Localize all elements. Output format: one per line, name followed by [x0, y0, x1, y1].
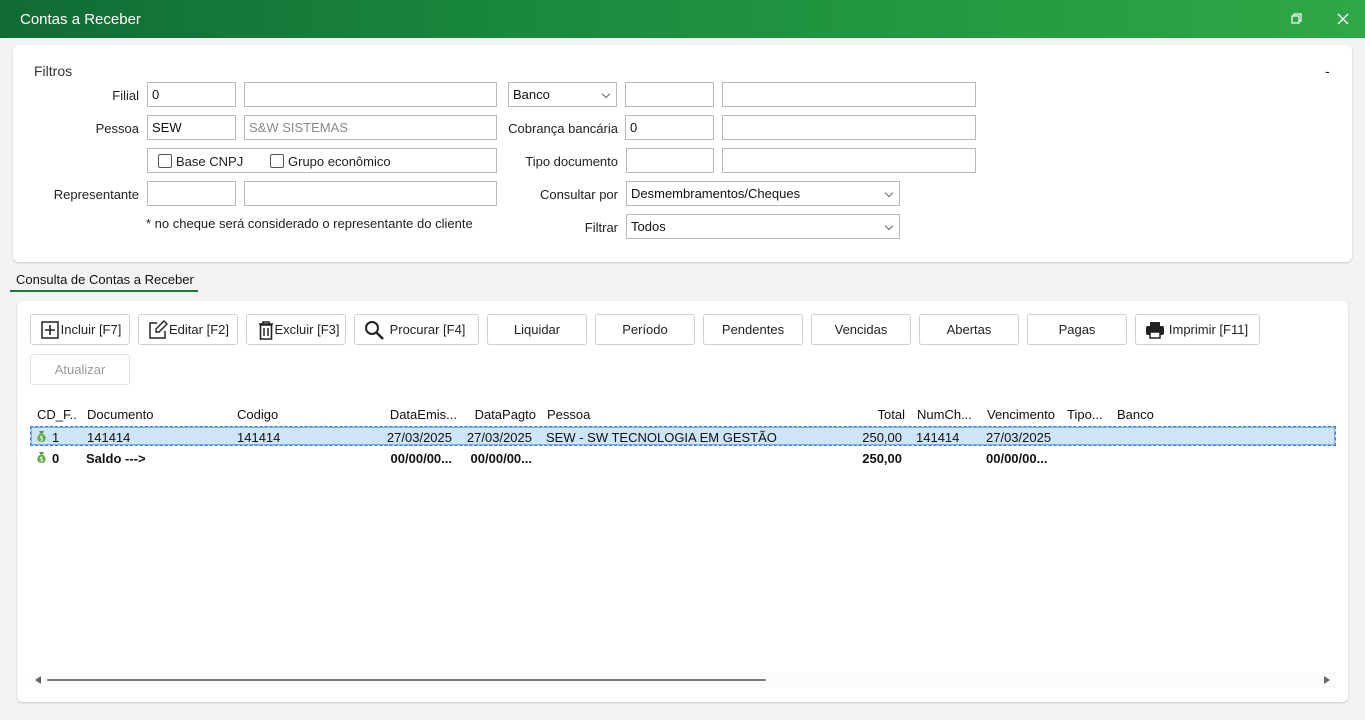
filtrar-select[interactable]: Todos [626, 214, 900, 239]
filial-code-input[interactable]: 0 [147, 82, 236, 107]
cobranca-name-input[interactable] [722, 115, 976, 140]
window-title: Contas a Receber [20, 11, 141, 28]
close-icon[interactable] [1329, 6, 1357, 32]
liquidar-button[interactable]: Liquidar [487, 314, 587, 345]
trash-icon [259, 321, 273, 340]
column-header[interactable]: DataPagto [466, 407, 536, 422]
column-header[interactable]: Banco [1117, 407, 1177, 422]
incluir-button[interactable]: Incluir [F7] [30, 314, 130, 345]
edit-icon [149, 320, 168, 339]
representante-name-input[interactable] [244, 181, 497, 206]
grupo-economico-label: Grupo econômico [288, 154, 391, 169]
cell-total: 250,00 [862, 430, 902, 445]
atualizar-button[interactable]: Atualizar [30, 354, 130, 385]
table-row[interactable] [30, 448, 1336, 468]
column-header[interactable]: Tipo... [1067, 407, 1107, 422]
search-icon [365, 321, 384, 340]
representante-code-input[interactable] [147, 181, 236, 206]
consultar-por-select[interactable]: Desmembramentos/Cheques [626, 181, 900, 206]
pessoa-code-input[interactable]: SEW [147, 115, 236, 140]
filters-legend: Filtros [34, 63, 73, 79]
abertas-button[interactable]: Abertas [919, 314, 1019, 345]
tipo-documento-label: Tipo documento [525, 154, 618, 169]
restore-icon[interactable] [1283, 6, 1311, 32]
column-header[interactable]: Codigo [237, 407, 357, 422]
representante-note: * no cheque será considerado o represent… [146, 216, 473, 231]
imprimir-label: Imprimir [F11] [1168, 322, 1249, 337]
cell-numch: 141414 [916, 430, 960, 445]
scroll-left-icon[interactable] [35, 676, 41, 684]
cell-vencimento: 00/00/00... [986, 451, 1048, 466]
tipo-documento-code-input[interactable] [626, 148, 714, 173]
column-header[interactable]: Documento [87, 407, 207, 422]
cell-documento: Saldo ---> [86, 451, 146, 466]
editar-label: Editar [F2] [169, 322, 229, 337]
filial-name-input[interactable] [244, 82, 497, 107]
excluir-label: Excluir [F3] [274, 322, 340, 337]
cobranca-label: Cobrança bancária [508, 121, 618, 136]
banco-code-input[interactable] [625, 82, 714, 107]
tipo-documento-name-input[interactable] [722, 148, 976, 173]
money-bag-icon: $ [37, 452, 46, 464]
representante-label: Representante [53, 187, 139, 202]
title-bar: Contas a Receber [0, 0, 1365, 38]
banco-select[interactable]: Banco [508, 82, 617, 107]
grupo-economico-checkbox[interactable] [270, 154, 284, 168]
pessoa-name-input[interactable]: S&W SISTEMAS [244, 115, 497, 140]
results-panel [17, 301, 1348, 702]
incluir-label: Incluir [F7] [60, 322, 122, 337]
vencidas-button[interactable]: Vencidas [811, 314, 911, 345]
imprimir-button[interactable]: Imprimir [F11] [1135, 314, 1260, 345]
consultar-por-label: Consultar por [539, 187, 618, 202]
procurar-button[interactable]: Procurar [F4] [354, 314, 479, 345]
svg-text:$: $ [39, 435, 43, 443]
column-header[interactable]: Vencimento [987, 407, 1062, 422]
cell-pagto: 27/03/2025 [466, 430, 532, 445]
cell-emissao: 27/03/2025 [386, 430, 452, 445]
cell-emissao: 00/00/00... [390, 451, 452, 466]
procurar-label: Procurar [F4] [389, 322, 466, 337]
cell-vencimento: 27/03/2025 [986, 430, 1052, 445]
column-header[interactable]: Total [845, 407, 905, 422]
base-cnpj-label: Base CNPJ [176, 154, 244, 169]
pagas-button[interactable]: Pagas [1027, 314, 1127, 345]
cell-cd: 1 [52, 430, 60, 445]
excluir-button[interactable]: Excluir [F3] [246, 314, 346, 345]
cell-documento: 141414 [87, 430, 131, 445]
scrollbar-thumb[interactable] [47, 679, 766, 681]
pessoa-label: Pessoa [95, 121, 139, 136]
pendentes-button[interactable]: Pendentes [703, 314, 803, 345]
periodo-button[interactable]: Período [595, 314, 695, 345]
money-bag-icon: $ [37, 431, 46, 443]
column-header[interactable]: NumCh... [917, 407, 977, 422]
cell-cd: 0 [52, 451, 60, 466]
filial-label: Filial [112, 88, 139, 103]
filtrar-label: Filtrar [584, 220, 618, 235]
add-icon [41, 321, 59, 339]
collapse-button[interactable]: - [1325, 63, 1330, 79]
scroll-right-icon[interactable] [1324, 676, 1330, 684]
cell-pessoa: SEW - SW TECNOLOGIA EM GESTÃO [546, 430, 777, 445]
cell-total: 250,00 [862, 451, 902, 466]
column-header[interactable]: CD_F... [37, 407, 77, 422]
printer-icon [1146, 322, 1164, 339]
cell-pagto: 00/00/00... [470, 451, 532, 466]
cobranca-input[interactable]: 0 [625, 115, 714, 140]
editar-button[interactable]: Editar [F2] [138, 314, 238, 345]
svg-text:$: $ [39, 456, 43, 464]
tab-consulta[interactable]: Consulta de Contas a Receber [10, 270, 198, 292]
banco-name-input[interactable] [722, 82, 976, 107]
cell-codigo: 141414 [237, 430, 281, 445]
column-header[interactable]: DataEmis... [387, 407, 457, 422]
column-header[interactable]: Pessoa [547, 407, 747, 422]
base-cnpj-checkbox[interactable] [158, 154, 172, 168]
